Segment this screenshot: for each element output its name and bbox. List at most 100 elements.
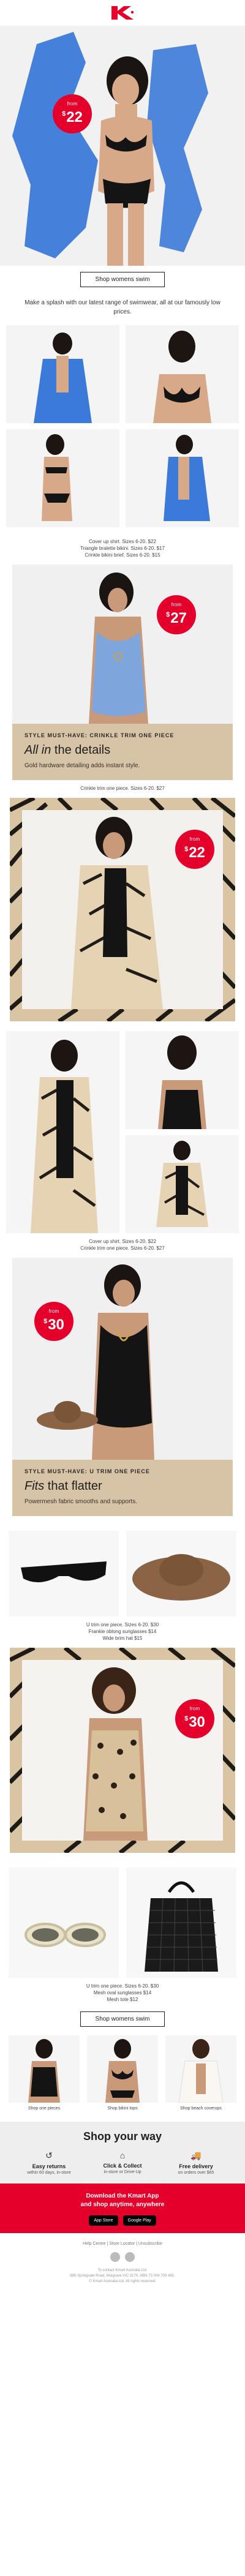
product-photo (6, 429, 119, 527)
caption-crinkle: Crinkle trim one piece. Sizes 6-20. $27 (80, 786, 165, 791)
shop-way-list: ↺ Easy returns within 60 days, in-store … (0, 2150, 245, 2184)
product-photo (126, 429, 239, 527)
product-image-sunglasses[interactable] (9, 1531, 119, 1617)
product-image-bikini-top[interactable] (126, 325, 239, 423)
crinkle-image[interactable]: from $27 (12, 565, 233, 724)
product-image-bikini[interactable] (6, 429, 119, 527)
instagram-icon[interactable] (125, 2252, 135, 2262)
app-download-band: Download the Kmart App and shop anytime,… (0, 2184, 245, 2233)
product-photo (126, 1031, 239, 1129)
product-photo (12, 1258, 233, 1460)
app-store-button[interactable]: App Store (89, 2215, 118, 2226)
sunglasses-icon (9, 1531, 119, 1617)
product-photo (6, 1031, 119, 1233)
accessories-row (9, 1531, 236, 1617)
category-one-pieces[interactable]: Shop one pieces (9, 2035, 80, 2111)
price-value: 30 (48, 1316, 64, 1333)
category-image (87, 2035, 158, 2103)
hat-icon (126, 1531, 236, 1617)
price-badge-zebra: from $22 (175, 830, 214, 869)
product-photo (22, 1660, 223, 1841)
caption-grid-2: Cover up shirt. Sizes 6-20. $22 Crinkle … (80, 1239, 165, 1251)
shop-way-returns[interactable]: ↺ Easy returns within 60 days, in-store (18, 2150, 80, 2175)
caption-bottom: U trim one piece. Sizes 6-20. $30 Mesh o… (86, 1983, 159, 2002)
price-badge-crinkle: from $27 (157, 595, 196, 634)
return-icon: ↺ (45, 2150, 53, 2160)
category-coverups[interactable]: Shop beach coverups (165, 2035, 236, 2111)
crinkle-text-panel: STYLE MUST-HAVE: CRINKLE TRIM ONE PIECE … (12, 724, 233, 780)
category-image (165, 2035, 236, 2103)
hero-image[interactable]: from $22 (0, 26, 245, 266)
category-label: Shop one pieces (28, 2106, 61, 2111)
shop-your-way-section: Shop your way ↺ Easy returns within 60 d… (0, 2122, 245, 2233)
truck-icon: 🚚 (190, 2150, 202, 2160)
leopard-feature-image[interactable]: from $30 (10, 1648, 235, 1853)
product-image-zebra-coverup[interactable] (6, 1031, 119, 1233)
price-value: 27 (170, 610, 187, 626)
app-band-line2: and shop anytime, anywhere (80, 2201, 165, 2208)
footer-legal-1: To contact Kmart Australia Ltd. (97, 2269, 148, 2272)
product-image-coverup[interactable] (6, 325, 119, 423)
caption-grid-1: Cover up shirt. Sizes 6-20. $22 Triangle… (80, 539, 165, 558)
google-play-button[interactable]: Google Play (123, 2215, 156, 2226)
category-bikini-tops[interactable]: Shop bikini tops (87, 2035, 158, 2111)
caption-accessories: U trim one piece. Sizes 6-20. $30 Franki… (86, 1622, 159, 1641)
accessories-row-2 (9, 1868, 236, 1978)
intro-text: Make a splash with our latest range of s… (24, 299, 221, 315)
footer: Help Centre | Store Locator | Unsubscrib… (0, 2233, 245, 2297)
u-trim-text-panel: STYLE MUST-HAVE: U TRIM ONE PIECE Fits t… (12, 1460, 233, 1516)
oval-sunglasses-icon (9, 1868, 119, 1978)
category-links: Shop one pieces Shop bikini tops Shop be… (9, 2035, 236, 2111)
product-photo (12, 565, 233, 724)
product-image-mesh-tote[interactable] (126, 1868, 236, 1978)
product-image-oval-sunglasses[interactable] (9, 1868, 119, 1978)
price-badge-u-trim: from $30 (34, 1302, 74, 1341)
product-image-coverup-2[interactable] (126, 429, 239, 527)
price-value: 22 (189, 844, 205, 861)
shop-way-delivery[interactable]: 🚚 Free delivery on orders over $65 (165, 2150, 227, 2175)
shop-womens-swim-button-2[interactable]: Shop womens swim (80, 2011, 165, 2027)
store-badges: App Store Google Play (0, 2215, 245, 2226)
u-trim-image[interactable]: from $30 (12, 1258, 233, 1460)
app-band-line1: Download the Kmart App (86, 2193, 159, 2199)
product-grid-1 (6, 325, 239, 533)
zebra-feature-image[interactable]: from $22 (10, 798, 235, 1021)
category-label: Shop bikini tops (107, 2106, 138, 2111)
feature-subtext: Powermesh fabric smooths and supports. (24, 1498, 137, 1505)
shop-your-way-title: Shop your way (83, 2130, 162, 2142)
email-page: from $22 Shop womens swim Make a splash … (0, 0, 245, 2297)
footer-legal-3: © Kmart Australia Ltd. All rights reserv… (89, 2280, 156, 2283)
hero-photo (0, 26, 245, 266)
feature-kicker: STYLE MUST-HAVE: CRINKLE TRIM ONE PIECE (24, 732, 175, 738)
feature-u-trim: from $30 STYLE MUST-HAVE: U TRIM ONE PIE… (0, 1258, 245, 1516)
header-logo-bar (0, 0, 245, 26)
tote-bag-icon (126, 1868, 236, 1978)
kmart-logo-icon[interactable] (109, 5, 136, 21)
price-badge-hero: from $22 (53, 94, 92, 133)
product-image-black-onepiece[interactable] (126, 1031, 239, 1129)
leopard-photo-area (22, 1660, 223, 1841)
footer-links[interactable]: Help Centre | Store Locator | Unsubscrib… (12, 2242, 233, 2246)
social-icons (12, 2252, 233, 2262)
product-photo (165, 2035, 236, 2103)
feature-headline: Fits that flatter (24, 1479, 102, 1493)
price-value: 22 (66, 109, 83, 126)
product-grid-2 (6, 1031, 239, 1233)
store-icon: ⌂ (119, 2150, 126, 2160)
facebook-icon[interactable] (110, 2252, 120, 2262)
footer-legal-2: 690 Springvale Road, Mulgrave VIC 3170. … (70, 2274, 175, 2278)
price-value: 30 (189, 1714, 205, 1730)
product-photo (6, 325, 119, 423)
shop-womens-swim-button[interactable]: Shop womens swim (80, 272, 165, 287)
category-image (9, 2035, 80, 2103)
feature-kicker: STYLE MUST-HAVE: U TRIM ONE PIECE (24, 1468, 150, 1474)
feature-subtext: Gold hardware detailing adds instant sty… (24, 762, 140, 769)
shop-way-click-collect[interactable]: ⌂ Click & Collect in-store or Drive-Up (92, 2150, 153, 2175)
product-photo (87, 2035, 158, 2103)
price-badge-leopard: from $30 (175, 1699, 214, 1738)
product-image-zebra-coverup-2[interactable] (126, 1135, 239, 1233)
feature-headline: All in the details (24, 743, 111, 757)
product-photo (9, 2035, 80, 2103)
product-image-hat[interactable] (126, 1531, 236, 1617)
feature-crinkle: from $27 STYLE MUST-HAVE: CRINKLE TRIM O… (0, 565, 245, 780)
